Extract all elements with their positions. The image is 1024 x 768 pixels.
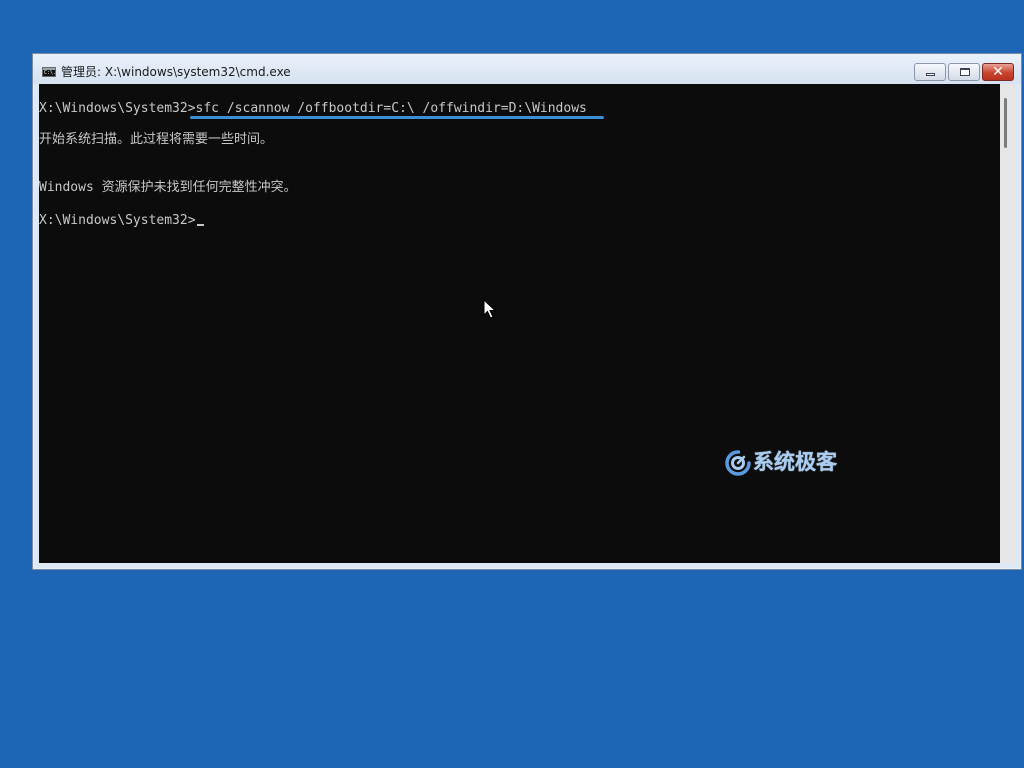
watermark-logo-icon [725,450,751,476]
title-bar[interactable]: C:\. 管理员: X:\windows\system32\cmd.exe ✕ [33,54,1021,84]
prompt-text: X:\Windows\System32> [39,213,196,228]
console-line-prompt[interactable]: X:\Windows\System32> [39,212,204,230]
close-button[interactable]: ✕ [982,63,1014,81]
mouse-pointer-icon [483,299,496,319]
console-output[interactable]: X:\Windows\System32>sfc /scannow /offboo… [39,84,1000,563]
watermark-text: 系统极客 [753,450,837,474]
console-line-result: Windows 资源保护未找到任何完整性冲突。 [39,180,297,195]
minimize-button[interactable] [914,63,946,81]
cmd-window[interactable]: C:\. 管理员: X:\windows\system32\cmd.exe ✕ … [32,53,1022,570]
close-icon: ✕ [992,64,1004,80]
minimize-icon [926,73,935,76]
cmd-icon-label: C:\. [44,70,57,76]
console-line-scan-start: 开始系统扫描。此过程将需要一些时间。 [39,132,274,147]
vertical-scrollbar[interactable] [1000,84,1015,563]
text-cursor [196,224,204,226]
cmd-icon[interactable]: C:\. [42,67,56,77]
scrollbar-thumb[interactable] [1004,98,1007,148]
window-title: 管理员: X:\windows\system32\cmd.exe [61,65,291,79]
maximize-button[interactable] [948,63,980,81]
desktop: C:\. 管理员: X:\windows\system32\cmd.exe ✕ … [0,0,1024,768]
command-highlight-underline [190,116,604,119]
maximize-icon [960,68,970,76]
